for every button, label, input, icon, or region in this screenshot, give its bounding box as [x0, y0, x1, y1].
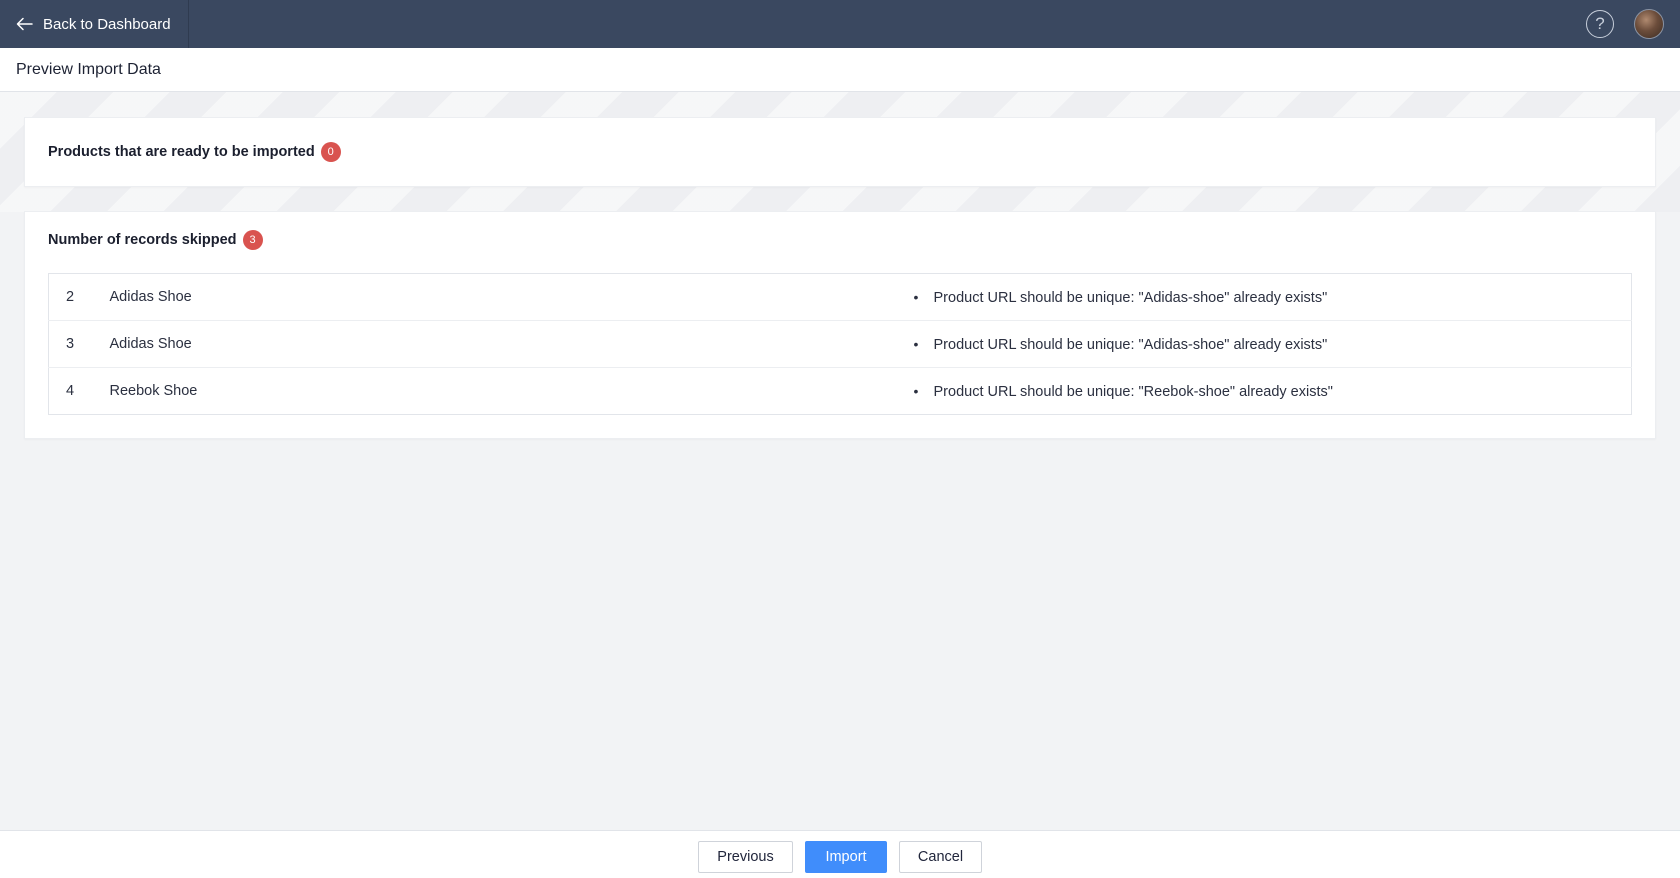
row-number: 4 [66, 383, 75, 399]
skipped-count-badge: 3 [242, 230, 263, 250]
skipped-records-label: Number of records skipped [48, 232, 237, 248]
footer-bar: Previous Import Cancel [0, 830, 1680, 878]
import-button[interactable]: Import [805, 841, 887, 873]
skipped-records-card: Number of records skipped 3 2 Adidas Sho… [24, 211, 1656, 439]
page-header: Preview Import Data [0, 48, 1680, 92]
ready-products-label: Products that are ready to be imported [48, 144, 315, 160]
error-cell: • Product URL should be unique: "Adidas-s… [913, 320, 1632, 368]
table-row: 2 Adidas Shoe • Product URL should be uni… [48, 273, 1632, 321]
skipped-records-table: 2 Adidas Shoe • Product URL should be uni… [48, 273, 1632, 415]
product-name: Reebok Shoe [109, 383, 198, 399]
product-name: Adidas Shoe [109, 273, 914, 321]
arrow-left-icon [16, 17, 33, 31]
error-cell: • Product URL should be unique: "Reebok-s… [914, 368, 1632, 415]
ready-products-card: Products that are ready to be imported 0 [24, 117, 1656, 187]
back-to-dashboard-label: Back to Dashboard [43, 15, 171, 33]
bullet-icon: • [913, 288, 919, 305]
skipped-records-heading: Number of records skipped 3 [48, 230, 263, 250]
previous-button[interactable]: Previous [698, 841, 793, 873]
ready-count-badge: 0 [320, 142, 341, 162]
ready-products-heading: Products that are ready to be imported 0 [48, 142, 341, 162]
user-avatar[interactable] [1634, 9, 1664, 39]
table-row: 4 Reebok Shoe • Product URL should be uni… [49, 368, 1632, 415]
cancel-button[interactable]: Cancel [899, 841, 982, 873]
error-message: Product URL should be unique: "Adidas-sh… [933, 289, 1328, 306]
bullet-icon: • [913, 335, 919, 352]
question-circle-icon[interactable]: ? [1586, 10, 1614, 38]
row-number: 2 [48, 273, 110, 321]
bullet-icon: • [913, 382, 919, 399]
error-message: Product URL should be unique: "Adidas-sh… [933, 336, 1328, 353]
product-name: Adidas Shoe [109, 320, 914, 368]
help-glyph: ? [1595, 14, 1605, 33]
error-message: Product URL should be unique: "Reebok-sh… [933, 383, 1333, 400]
table-row: 3 Adidas Shoe • Product URL should be uni… [48, 320, 1632, 368]
top-bar-actions: ? [1586, 0, 1680, 48]
page-title: Preview Import Data [16, 60, 161, 78]
row-number: 3 [48, 320, 110, 368]
error-cell: • Product URL should be unique: "Adidas-s… [913, 273, 1632, 321]
back-to-dashboard-link[interactable]: Back to Dashboard [0, 0, 189, 48]
top-bar: Back to Dashboard ? [0, 0, 1680, 48]
